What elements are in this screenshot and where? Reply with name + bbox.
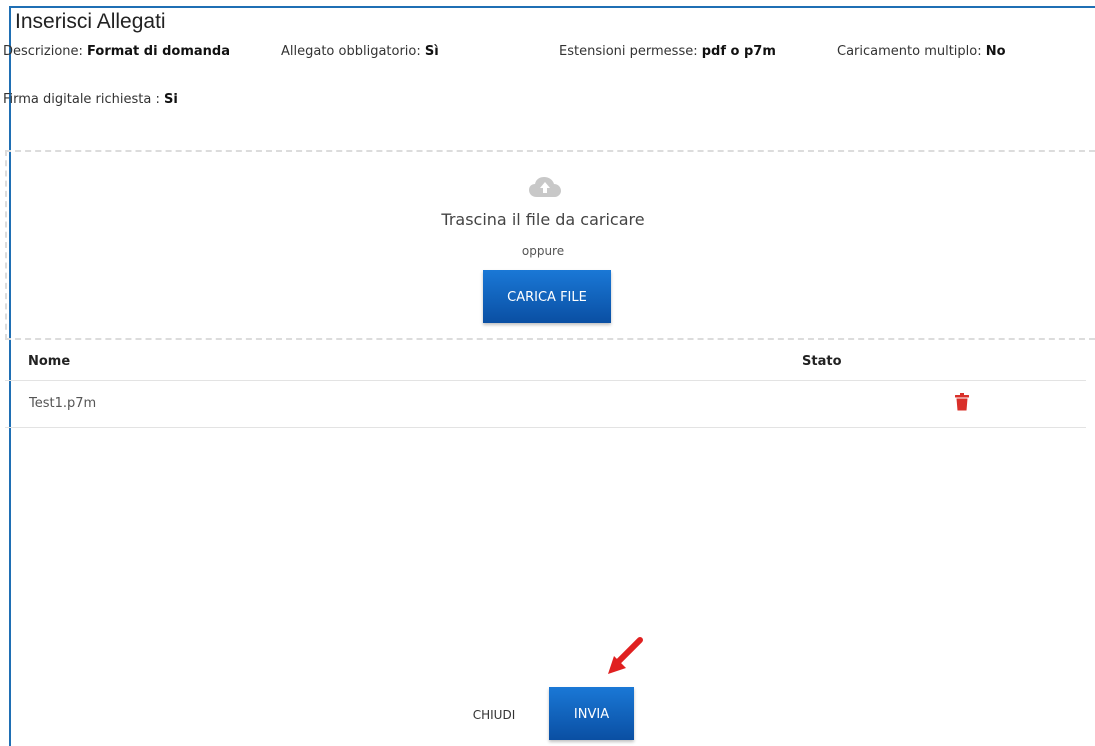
meta-multiplo: Caricamento multiplo: No	[837, 44, 1006, 59]
red-arrow-annotation-icon	[608, 637, 643, 674]
cloud-upload-icon	[529, 177, 561, 197]
trash-icon[interactable]	[955, 393, 969, 411]
meta-descrizione-label: Descrizione:	[3, 44, 83, 59]
dropzone-or-text: oppure	[521, 244, 565, 258]
dialog-title: Inserisci Allegati	[15, 10, 166, 33]
meta-multiplo-label: Caricamento multiplo:	[837, 44, 982, 59]
meta-multiplo-value: No	[985, 44, 1006, 59]
file-name: Test1.p7m	[29, 396, 97, 411]
meta-firma-value: Si	[164, 92, 178, 107]
files-table-header: Nome Stato	[5, 344, 1086, 381]
column-header-nome: Nome	[28, 354, 71, 369]
meta-firma: Firma digitale richiesta : Si	[3, 92, 178, 107]
meta-obbligatorio: Allegato obbligatorio: Sì	[281, 44, 439, 59]
upload-file-button[interactable]: CARICA FILE	[483, 270, 611, 323]
dropzone-title: Trascina il file da caricare	[441, 210, 645, 229]
meta-obbligatorio-label: Allegato obbligatorio:	[281, 44, 421, 59]
meta-firma-label: Firma digitale richiesta :	[3, 92, 160, 107]
meta-descrizione-value: Format di domanda	[87, 44, 230, 59]
meta-estensioni-label: Estensioni permesse:	[559, 44, 698, 59]
table-row: Test1.p7m	[5, 381, 1086, 428]
meta-obbligatorio-value: Sì	[424, 44, 439, 59]
close-button[interactable]: CHIUDI	[464, 700, 524, 730]
meta-descrizione: Descrizione: Format di domanda	[3, 44, 230, 59]
meta-estensioni: Estensioni permesse: pdf o p7m	[559, 44, 776, 59]
column-header-stato: Stato	[802, 354, 842, 369]
meta-estensioni-value: pdf o p7m	[701, 44, 776, 59]
submit-button[interactable]: INVIA	[549, 687, 634, 740]
